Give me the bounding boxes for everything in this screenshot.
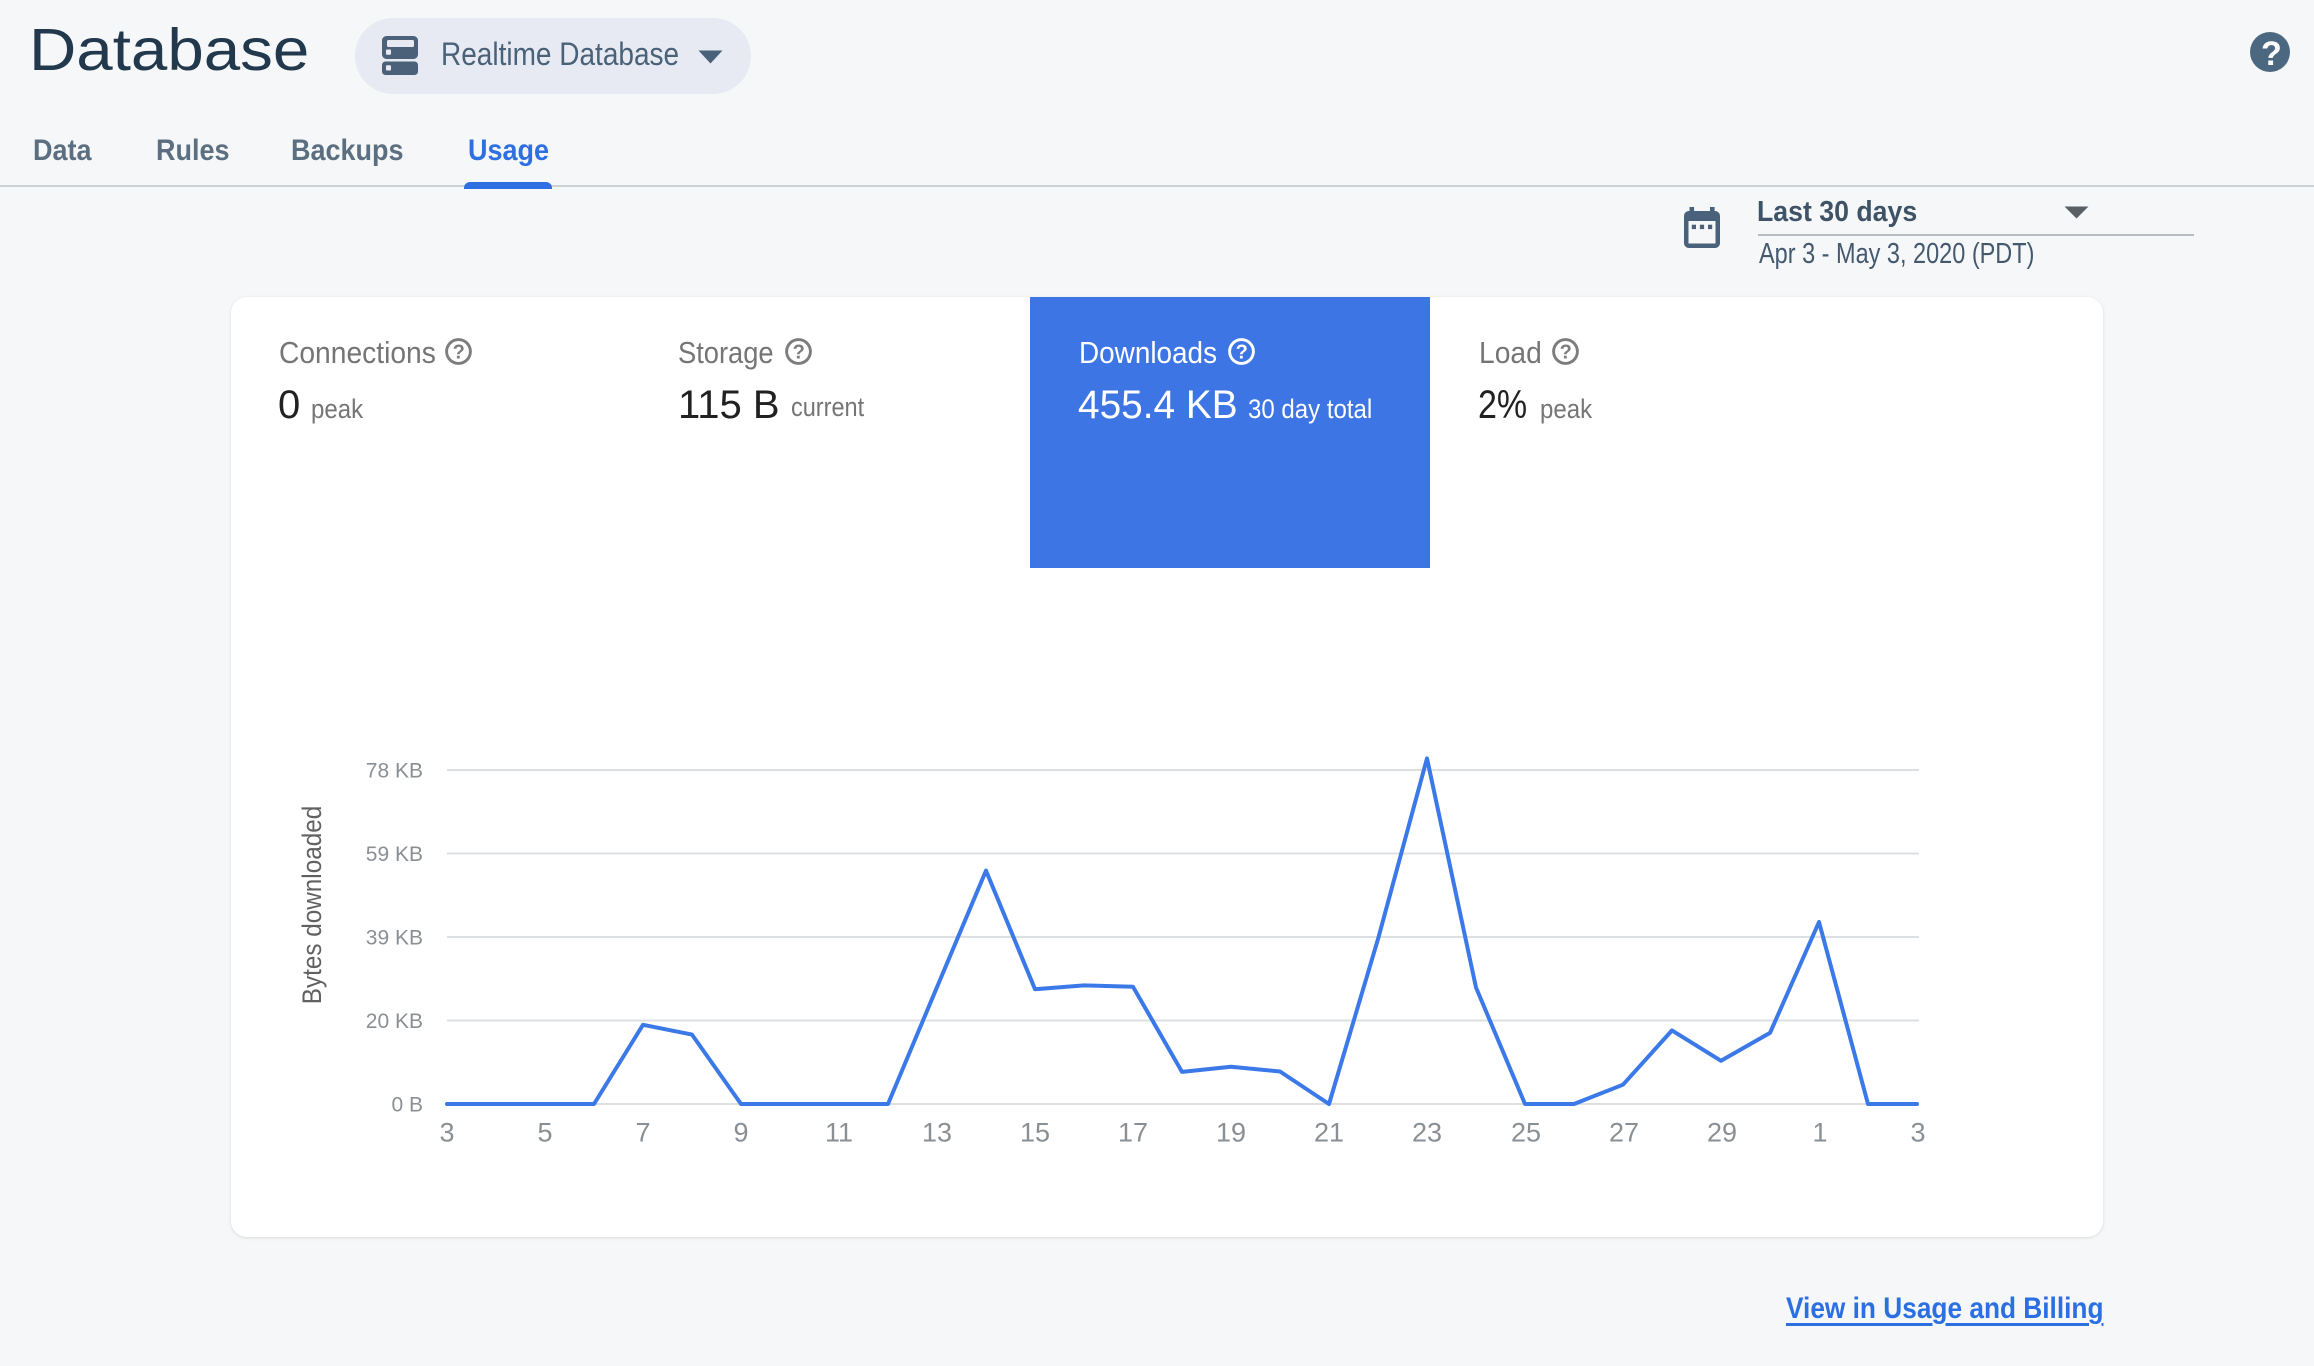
svg-text:39 KB: 39 KB (366, 927, 423, 950)
svg-text:7: 7 (635, 1118, 650, 1148)
svg-text:78 KB: 78 KB (366, 760, 423, 783)
svg-text:25: 25 (1511, 1118, 1541, 1148)
svg-text:11: 11 (825, 1118, 853, 1148)
svg-text:15: 15 (1020, 1118, 1050, 1148)
svg-text:19: 19 (1216, 1118, 1246, 1148)
svg-text:3: 3 (439, 1118, 454, 1148)
svg-text:27: 27 (1609, 1118, 1639, 1148)
svg-text:1: 1 (1812, 1118, 1827, 1148)
svg-text:0 B: 0 B (391, 1094, 423, 1117)
svg-text:9: 9 (733, 1118, 748, 1148)
svg-text:21: 21 (1314, 1118, 1344, 1148)
svg-text:23: 23 (1412, 1118, 1442, 1148)
svg-text:29: 29 (1707, 1118, 1737, 1148)
svg-text:13: 13 (922, 1118, 952, 1148)
svg-text:Bytes downloaded: Bytes downloaded (298, 806, 327, 1004)
svg-text:17: 17 (1118, 1118, 1148, 1148)
svg-text:20 KB: 20 KB (366, 1010, 423, 1033)
svg-text:3: 3 (1910, 1118, 1925, 1148)
svg-text:5: 5 (537, 1118, 552, 1148)
svg-text:59 KB: 59 KB (366, 843, 423, 866)
